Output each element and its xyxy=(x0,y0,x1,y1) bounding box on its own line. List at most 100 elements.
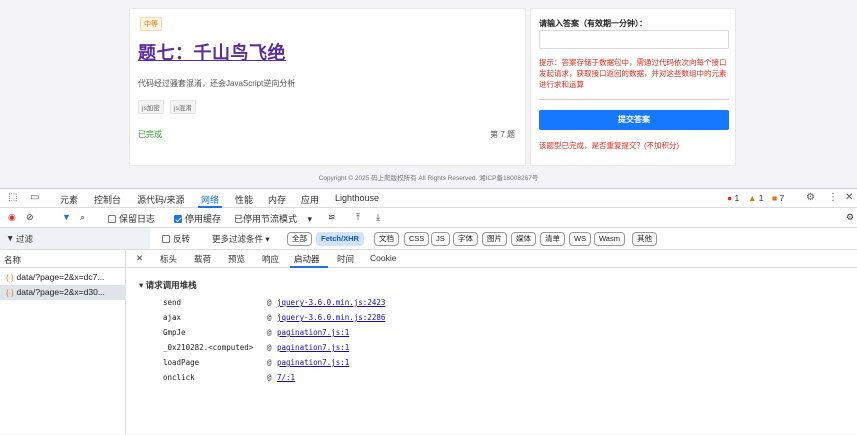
answer-card: 请输入答案（有效期一分钟）： 提示：答案存储于数据包中，需通过代码依次向每个接口… xyxy=(530,8,736,166)
errors-count[interactable]: ● 1 xyxy=(727,193,739,203)
frame-function: GmpJe xyxy=(163,328,186,337)
clear-icon[interactable]: ⊘ xyxy=(26,212,34,223)
tab-response[interactable]: 响应 xyxy=(262,253,279,265)
difficulty-badge: 中等 xyxy=(140,17,162,31)
at-symbol: @ xyxy=(267,358,272,367)
answer-label: 请输入答案（有效期一分钟）： xyxy=(539,19,647,28)
request-name: data/?page=2&x=dc7... xyxy=(16,272,105,282)
chip-manifest[interactable]: 清单 xyxy=(540,232,565,246)
devtools-panel: ⬚ ▭ 元素 控制台 源代码/来源 网络 性能 内存 应用 Lighthouse… xyxy=(0,188,857,435)
frame-source-link[interactable]: pagination7.js:1 xyxy=(277,343,349,352)
filter-placeholder: 过滤 xyxy=(16,234,34,244)
at-symbol: @ xyxy=(267,298,272,307)
chevron-down-icon: ▾ xyxy=(265,234,270,244)
stack-frame: onclick @7/:1 xyxy=(163,373,295,382)
tab-sources[interactable]: 源代码/来源 xyxy=(137,193,185,206)
at-symbol: @ xyxy=(267,373,272,382)
tab-payload[interactable]: 载荷 xyxy=(194,253,211,265)
tab-memory[interactable]: 内存 xyxy=(268,193,286,206)
question-title[interactable]: 题七：千山鸟飞绝 xyxy=(138,39,286,65)
chip-ws[interactable]: WS xyxy=(569,232,592,246)
stack-frame: ajax @ jquery-3.6.0.min.js:2286 xyxy=(163,313,385,322)
frame-source-link[interactable]: pagination7.js:1 xyxy=(277,328,349,337)
issues-count[interactable]: ■ 7 xyxy=(772,193,784,203)
tab-performance[interactable]: 性能 xyxy=(235,193,253,206)
network-conditions-icon[interactable]: ≋ xyxy=(328,212,336,223)
disable-cache-checkbox[interactable]: 停用缓存 xyxy=(174,212,221,225)
chip-doc[interactable]: 文档 xyxy=(374,232,399,246)
close-detail-icon[interactable]: ✕ xyxy=(136,253,143,264)
tab-application[interactable]: 应用 xyxy=(301,193,319,206)
close-icon[interactable]: ✕ xyxy=(845,192,853,203)
frame-source-link[interactable]: 7/:1 xyxy=(277,373,295,382)
more-options-icon[interactable]: ⋮ xyxy=(828,192,838,203)
warnings-value: 1 xyxy=(758,193,764,203)
network-settings-icon[interactable]: ⚙ xyxy=(846,212,854,223)
tab-timing[interactable]: 时间 xyxy=(337,253,354,265)
more-filters-dropdown[interactable]: 更多过滤条件 ▾ xyxy=(212,233,270,245)
answer-input[interactable] xyxy=(539,30,729,49)
preserve-log-checkbox[interactable]: 保留日志 xyxy=(108,212,155,225)
tab-initiator[interactable]: 启动器 xyxy=(294,253,320,265)
frame-source-link[interactable]: jquery-3.6.0.min.js:2423 xyxy=(277,298,385,307)
detail-tabbar: ✕ 标头 载荷 预览 响应 启动器 时间 Cookie xyxy=(127,250,857,268)
devtools-tabbar: ⬚ ▭ 元素 控制台 源代码/来源 网络 性能 内存 应用 Lighthouse… xyxy=(0,189,857,208)
warnings-count[interactable]: ▲ 1 xyxy=(748,193,764,203)
chip-css[interactable]: CSS xyxy=(404,232,430,246)
name-column-header[interactable]: 名称 xyxy=(4,254,21,266)
request-row[interactable]: {·} data/?page=2&x=dc7... xyxy=(0,270,126,285)
filter-icon[interactable]: ▼ xyxy=(62,212,71,222)
chip-js[interactable]: JS xyxy=(431,232,450,246)
filter-input[interactable]: ▼ 过滤 xyxy=(0,228,150,249)
question-number: 第 7 题 xyxy=(490,130,515,139)
search-icon[interactable]: ⌕ xyxy=(80,212,85,223)
frame-source-link[interactable]: jquery-3.6.0.min.js:2286 xyxy=(277,313,385,322)
stack-frame: send @ jquery-3.6.0.min.js:2423 xyxy=(163,298,385,307)
submit-button[interactable]: 提交答案 xyxy=(539,110,729,130)
download-icon[interactable]: ⤓ xyxy=(376,212,380,223)
throttle-select[interactable]: 已停用节流模式 ▾ xyxy=(234,212,312,225)
more-filters-label: 更多过滤条件 xyxy=(212,234,264,244)
inspect-element-icon[interactable]: ⬚ xyxy=(8,192,17,203)
stack-frame: loadPage @ pagination7.js:1 xyxy=(163,358,349,367)
call-stack-title: 请求调用堆栈 xyxy=(145,280,197,290)
frame-function: send xyxy=(163,298,182,307)
chip-other[interactable]: 其他 xyxy=(632,232,657,246)
record-icon[interactable]: ◉ xyxy=(8,212,16,223)
chip-font[interactable]: 字体 xyxy=(453,232,478,246)
chip-media[interactable]: 媒体 xyxy=(511,232,536,246)
copyright-footer: Copyright © 2025 码上爬版权所有 All Rights Rese… xyxy=(318,175,539,182)
chip-all[interactable]: 全部 xyxy=(287,232,312,246)
divider xyxy=(539,99,729,100)
hint-text: 提示：答案存储于数据包中，需通过代码依次向每个接口发起请求，获取接口返回的数据，… xyxy=(539,58,727,89)
tab-network[interactable]: 网络 xyxy=(201,193,219,206)
checkbox-checked-icon xyxy=(174,215,182,223)
tab-lighthouse[interactable]: Lighthouse xyxy=(335,193,379,203)
request-row-selected[interactable]: {·} data/?page=2&x=d30... xyxy=(0,285,126,300)
checkbox-icon xyxy=(108,215,116,223)
chip-fetch-xhr[interactable]: Fetch/XHR xyxy=(316,232,364,246)
status-text: 已完成 xyxy=(138,130,162,139)
chip-wasm[interactable]: Wasm xyxy=(594,232,625,246)
question-description: 代码经过骚套混淆，还会JavaScript逆向分析 xyxy=(138,79,296,88)
tab-preview[interactable]: 预览 xyxy=(228,253,245,265)
frame-source-link[interactable]: pagination7.js:1 xyxy=(277,358,349,367)
tab-elements[interactable]: 元素 xyxy=(60,193,78,206)
checkbox-icon xyxy=(162,235,170,243)
errors-value: 1 xyxy=(734,193,740,203)
device-toolbar-icon[interactable]: ▭ xyxy=(30,192,39,203)
completed-message: 该题型已完成，是否重复提交？(不加积分) xyxy=(539,141,679,150)
upload-icon[interactable]: ⤒ xyxy=(356,212,360,223)
chip-img[interactable]: 图片 xyxy=(482,232,507,246)
invert-checkbox[interactable]: 反转 xyxy=(162,233,190,245)
xhr-icon: {·} xyxy=(6,273,14,282)
tab-console[interactable]: 控制台 xyxy=(94,193,121,206)
call-stack-header[interactable]: ▾ 请求调用堆栈 xyxy=(139,279,197,291)
tag-js-encrypt: js加密 xyxy=(138,100,164,114)
settings-icon[interactable]: ⚙ xyxy=(806,192,815,203)
frame-function: _0x210282.<computed> xyxy=(163,343,254,352)
tab-cookies[interactable]: Cookie xyxy=(370,253,396,263)
filter-funnel-icon: ▼ xyxy=(6,233,15,243)
active-detail-tab-indicator xyxy=(290,266,328,268)
tab-headers[interactable]: 标头 xyxy=(160,253,177,265)
